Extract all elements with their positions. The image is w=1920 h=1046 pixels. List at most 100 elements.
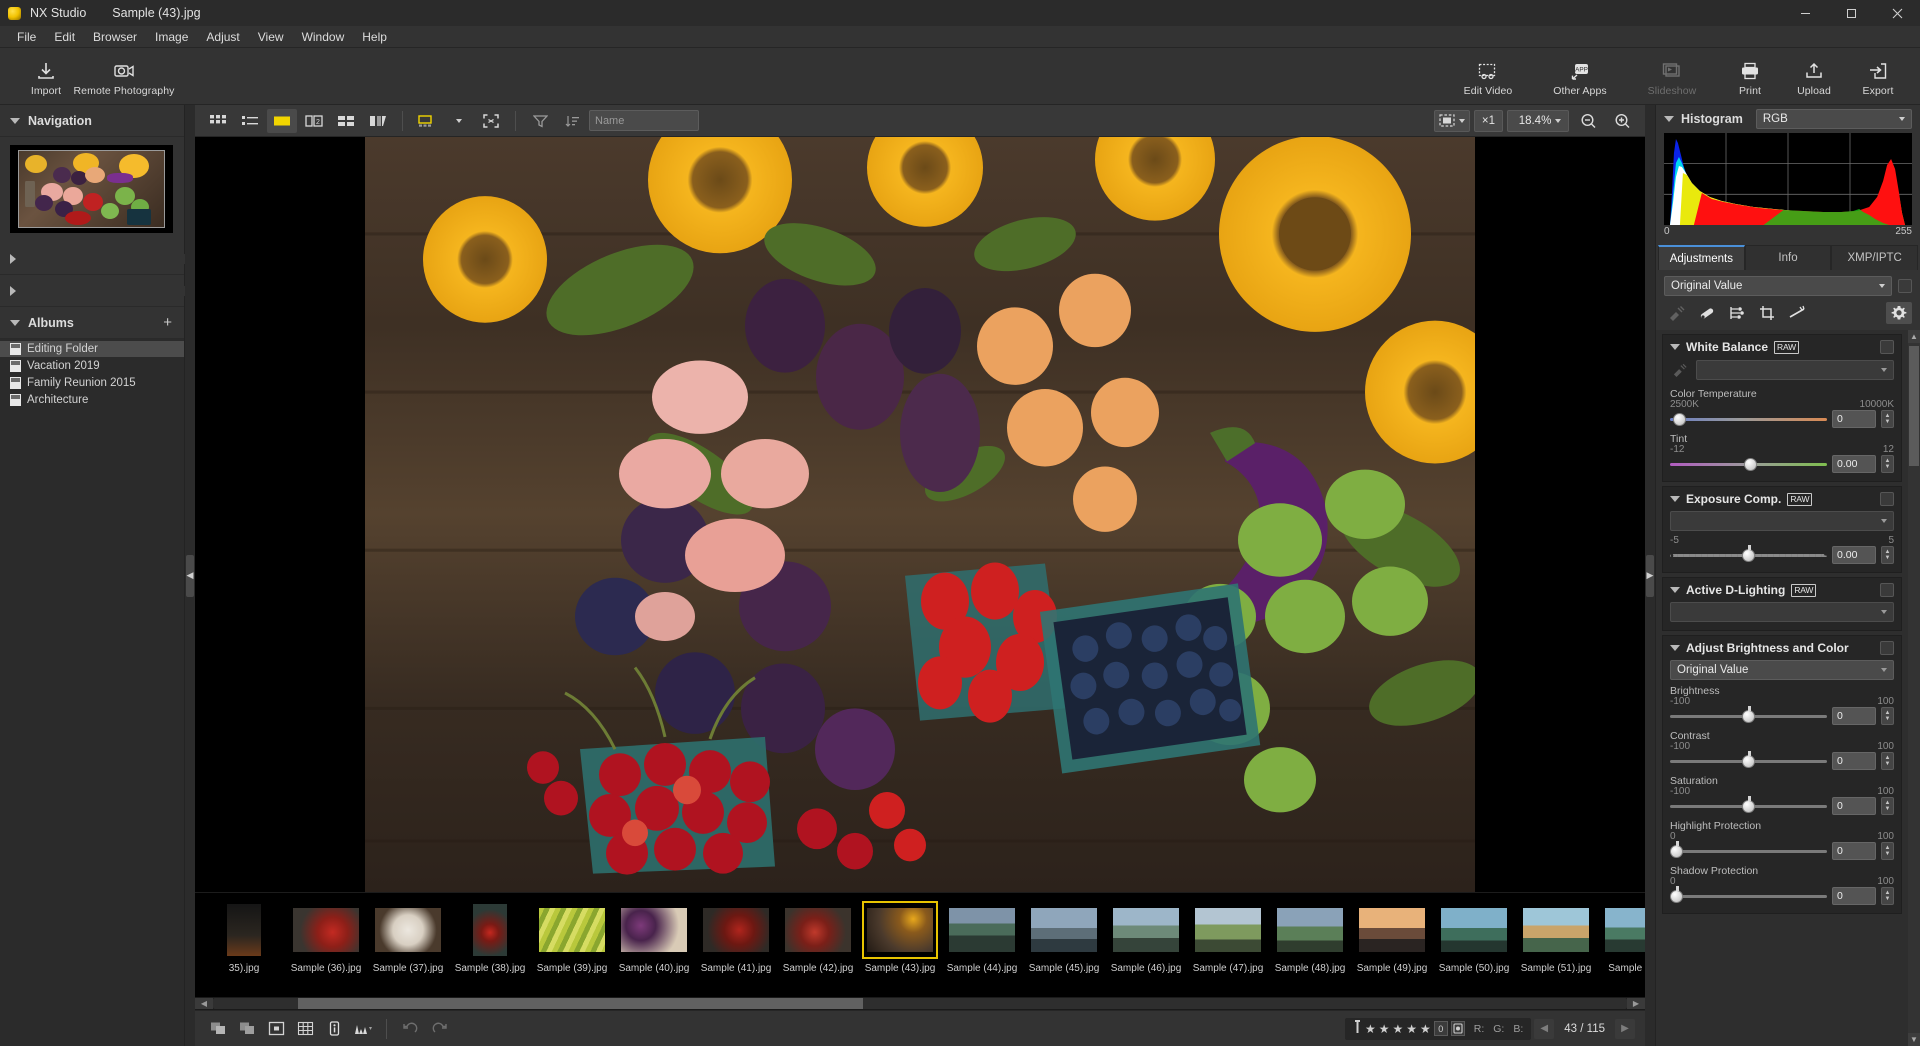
white-balance-mode-selector[interactable]	[1696, 360, 1894, 380]
rating-star-2[interactable]: ★	[1379, 1022, 1390, 1036]
view-mode-two-image-compare[interactable]: 2	[299, 109, 329, 133]
adjustments-scroll-thumb[interactable]	[1909, 346, 1919, 466]
slider-stepper[interactable]: ▲▼	[1881, 842, 1894, 860]
filmstrip-thumbnail[interactable]	[698, 901, 774, 959]
navigation-section-header[interactable]: Navigation	[0, 105, 184, 137]
group-enable-checkbox[interactable]	[1880, 641, 1894, 655]
menu-image[interactable]: Image	[146, 27, 197, 47]
zoom-out-button[interactable]	[1573, 109, 1603, 133]
compare-button[interactable]	[205, 1017, 231, 1041]
filmstrip-thumbnail[interactable]	[370, 901, 446, 959]
brightness-color-preset-selector[interactable]: Original Value	[1670, 660, 1894, 680]
group-enable-checkbox[interactable]	[1880, 583, 1894, 597]
export-button[interactable]: Export	[1846, 48, 1910, 104]
group-header[interactable]: Active D-Lighting RAW	[1670, 583, 1894, 597]
filmstrip-thumbnail[interactable]	[534, 901, 610, 959]
filmstrip-item[interactable]: Sample (37).jpg	[367, 901, 449, 974]
rating-star-4[interactable]: ★	[1406, 1022, 1417, 1036]
slider-value-field[interactable]: 0.00	[1832, 455, 1876, 473]
slider-value-field[interactable]: 0.00	[1832, 546, 1876, 564]
slider-track[interactable]	[1670, 850, 1827, 853]
filmstrip-thumbnail[interactable]	[1190, 901, 1266, 959]
filmstrip-thumbnail[interactable]	[206, 901, 282, 959]
duplicate-button[interactable]	[234, 1017, 260, 1041]
album-item-editing-folder[interactable]: Editing Folder	[0, 341, 184, 357]
adjustments-preset-selector[interactable]: Original Value	[1664, 276, 1892, 296]
import-button[interactable]: Import	[14, 48, 78, 104]
color-label-icon[interactable]	[1451, 1021, 1465, 1036]
menu-adjust[interactable]: Adjust	[197, 27, 248, 47]
menu-view[interactable]: View	[249, 27, 293, 47]
album-item-vacation-2019[interactable]: Vacation 2019	[0, 358, 184, 374]
slideshow-button[interactable]: Slideshow	[1626, 48, 1718, 104]
filmstrip-item[interactable]: Sample (38).jpg	[449, 901, 531, 974]
menu-window[interactable]: Window	[293, 27, 354, 47]
slider-stepper[interactable]: ▲▼	[1881, 887, 1894, 905]
levels-curves-icon[interactable]	[1724, 302, 1750, 324]
left-panel-collapse-handle[interactable]: ◀	[186, 555, 194, 597]
info-overlay-button[interactable]	[321, 1017, 347, 1041]
histogram-overlay-button[interactable]	[350, 1017, 376, 1041]
rating-star-1[interactable]: ★	[1365, 1022, 1376, 1036]
filmstrip-item[interactable]: Sample (42).jpg	[777, 901, 859, 974]
zoom-level-selector[interactable]: 18.4%	[1507, 110, 1569, 132]
filmstrip-thumbnail[interactable]	[1436, 901, 1512, 959]
minimize-button[interactable]	[1782, 0, 1828, 26]
slider-track[interactable]	[1670, 418, 1827, 421]
add-album-button[interactable]: +	[163, 314, 172, 331]
filmstrip-item[interactable]: Sample (44).jpg	[941, 901, 1023, 974]
filmstrip-thumbnail[interactable]	[452, 901, 528, 959]
filmstrip-thumbnail[interactable]	[944, 901, 1020, 959]
slider-value-field[interactable]: 0	[1832, 752, 1876, 770]
color-label-value[interactable]: 0	[1434, 1021, 1448, 1036]
slider-value-field[interactable]: 0	[1832, 707, 1876, 725]
rating-star-3[interactable]: ★	[1392, 1022, 1403, 1036]
filmstrip-item[interactable]: Sample (46).jpg	[1105, 901, 1187, 974]
slider-knob[interactable]	[1744, 458, 1757, 471]
slider-knob[interactable]	[1670, 890, 1683, 903]
album-item-family-reunion-2015[interactable]: Family Reunion 2015	[0, 375, 184, 391]
zoom-in-button[interactable]	[1607, 109, 1637, 133]
slider-track-wrap[interactable]	[1670, 753, 1827, 769]
retouch-brush-icon[interactable]	[1694, 302, 1720, 324]
filmstrip-item[interactable]: Sample (51).jpg	[1515, 901, 1597, 974]
main-photo[interactable]	[365, 137, 1475, 892]
right-panel-collapse-handle[interactable]: ▶	[1646, 555, 1654, 597]
slider-stepper[interactable]: ▲▼	[1881, 455, 1894, 473]
crop-indicator-button[interactable]	[263, 1017, 289, 1041]
redo-button[interactable]	[426, 1017, 452, 1041]
filmstrip-thumbnail[interactable]	[1600, 901, 1645, 959]
other-apps-button[interactable]: APP Other Apps	[1534, 48, 1626, 104]
filmstrip-thumbnail[interactable]	[1272, 901, 1348, 959]
albums-section-header[interactable]: Albums +	[0, 307, 184, 339]
filmstrip-item[interactable]: 35).jpg	[203, 901, 285, 974]
slider-stepper[interactable]: ▲▼	[1881, 797, 1894, 815]
histogram-channel-selector[interactable]: RGB	[1756, 109, 1912, 129]
slider-knob[interactable]	[1742, 549, 1755, 562]
filter-icon[interactable]	[525, 109, 555, 133]
slider-stepper[interactable]: ▲▼	[1881, 546, 1894, 564]
close-button[interactable]	[1874, 0, 1920, 26]
filmstrip-item[interactable]: Sample (45).jpg	[1023, 901, 1105, 974]
filmstrip-thumbnail[interactable]	[780, 901, 856, 959]
menu-help[interactable]: Help	[353, 27, 396, 47]
crop-icon[interactable]	[1754, 302, 1780, 324]
group-header[interactable]: Adjust Brightness and Color	[1670, 641, 1894, 655]
slider-value-field[interactable]: 0	[1832, 887, 1876, 905]
next-image-button[interactable]: ▶	[1615, 1019, 1635, 1039]
filmstrip-item[interactable]: Sample (52).j	[1597, 901, 1645, 974]
filmstrip-thumbnail[interactable]	[288, 901, 364, 959]
slider-track-wrap[interactable]	[1670, 843, 1827, 859]
favorite-folders-section-header[interactable]: Favorite Folders	[0, 243, 184, 275]
group-enable-checkbox[interactable]	[1880, 340, 1894, 354]
slider-knob[interactable]	[1673, 413, 1686, 426]
navigation-preview[interactable]	[0, 137, 184, 243]
print-button[interactable]: Print	[1718, 48, 1782, 104]
edit-video-button[interactable]: Edit Video	[1442, 48, 1534, 104]
slider-track-wrap[interactable]	[1670, 708, 1827, 724]
adjustments-enable-checkbox[interactable]	[1898, 279, 1912, 293]
scroll-up-arrow[interactable]: ▲	[1908, 330, 1920, 343]
filmstrip-item[interactable]: Sample (50).jpg	[1433, 901, 1515, 974]
grid-overlay-button[interactable]	[292, 1017, 318, 1041]
filmstrip-thumbnail[interactable]	[1108, 901, 1184, 959]
